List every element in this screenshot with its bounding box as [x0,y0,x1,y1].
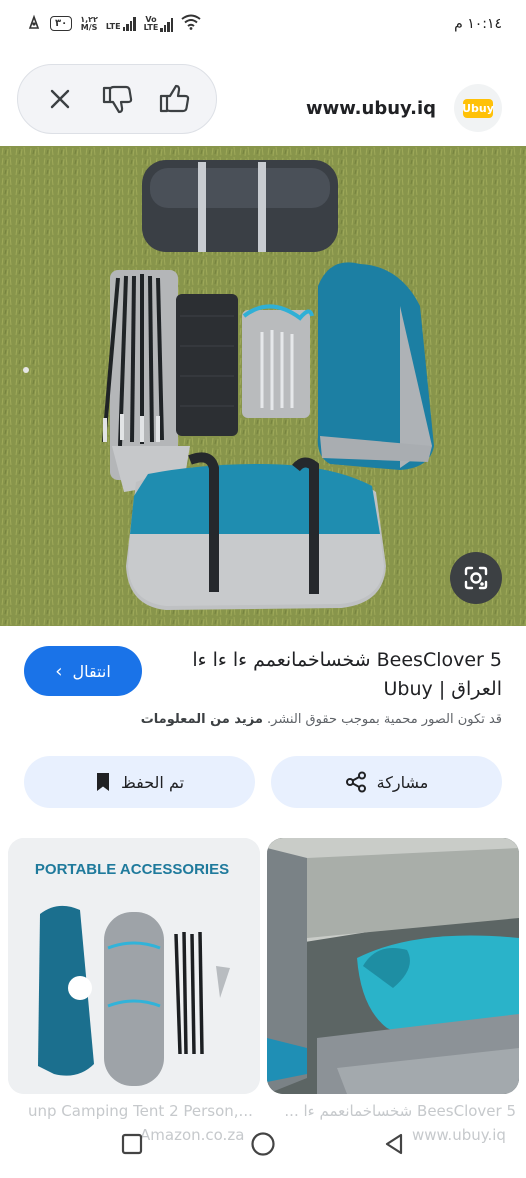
thumbs-down-button[interactable] [97,79,137,119]
site-domain: www.ubuy.iq [305,98,436,119]
status-time: ١٠:١٤ م [454,16,502,32]
main-image[interactable] [0,146,526,626]
accessories-thumbnail: PORTABLE ACCESSORIES [8,838,260,1094]
status-icons: ٣٠ ١,٢٢ M/S LTE Vo LTE [26,14,201,33]
site-logo: Ubuy [454,84,502,132]
visit-button[interactable]: ‹ انتقال [24,646,142,696]
thumbs-down-icon [102,85,133,114]
system-nav-bar [0,1118,526,1178]
copyright-text: قد تكون الصور محمية بموجب حقوق النشر. [267,712,502,727]
alarm-icon [26,14,42,33]
thumbs-up-button[interactable] [154,79,194,119]
recents-button[interactable] [118,1130,146,1158]
lens-icon [464,566,488,590]
square-icon [121,1133,143,1155]
share-label: مشاركة [376,772,429,792]
copyright-notice: قد تكون الصور محمية بموجب حقوق النشر. مز… [141,712,502,727]
saved-label: تم الحفظ [120,772,185,792]
related-result-card[interactable]: PORTABLE ACCESSORIES [8,838,260,1094]
triangle-back-icon [385,1133,403,1155]
battery-icon: ٣٠ [50,16,73,31]
result-title[interactable]: BeesClover 5 شخساخمانعمم ءا ءا ءا العراق… [167,646,502,704]
wifi-icon [181,14,201,33]
thumbs-up-icon [159,84,189,113]
related-result-card[interactable] [267,838,519,1094]
tent-accessories-photo [0,146,526,626]
back-button[interactable] [380,1130,408,1158]
saved-button[interactable]: تم الحفظ [24,756,255,808]
volte-icon: Vo LTE [144,15,174,32]
chevron-left-icon: ‹ [55,660,63,682]
visit-label: انتقال [72,661,111,681]
share-button[interactable]: مشاركة [271,756,502,808]
visual-search-button[interactable] [450,552,502,604]
result-header: www.ubuy.iq Ubuy [0,60,526,146]
status-bar: ٣٠ ١,٢٢ M/S LTE Vo LTE ١٠:١٤ م [0,0,526,48]
more-info-link[interactable]: مزيد من المعلومات [141,712,263,727]
network-speed: ١,٢٢ M/S [80,14,98,32]
share-icon [345,771,366,793]
feedback-pill [17,64,217,134]
signal-lte-icon: LTE [106,16,136,31]
tent-interior-thumbnail [267,838,519,1094]
close-button[interactable] [40,79,80,119]
close-icon [51,89,70,109]
circle-icon [251,1132,275,1156]
accessories-banner: PORTABLE ACCESSORIES [35,861,229,878]
home-button[interactable] [249,1130,277,1158]
bookmark-icon [96,773,109,791]
